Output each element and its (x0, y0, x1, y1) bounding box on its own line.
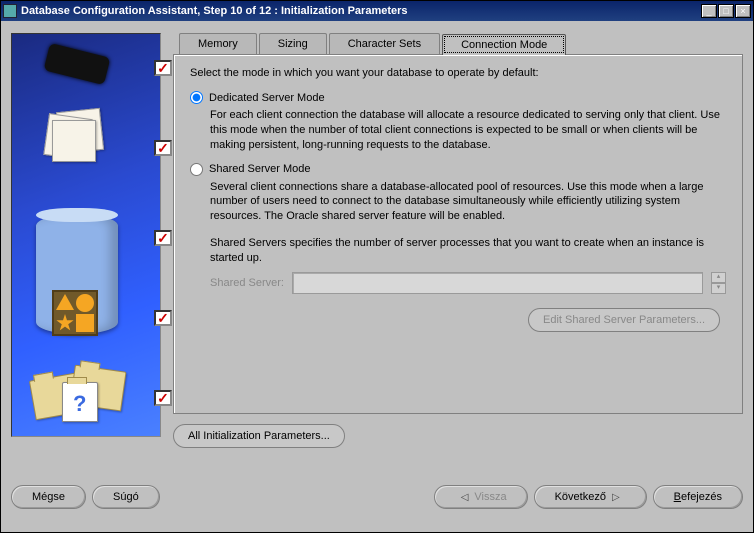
wizard-footer: Mégse Súgó ◁Vissza Következő▷ Befejezés (1, 479, 753, 519)
chevron-right-icon: ▷ (612, 492, 620, 503)
step-check-1 (154, 60, 172, 76)
content-area: Memory Sizing Character Sets Connection … (1, 21, 753, 479)
shared-note: Shared Servers specifies the number of s… (210, 236, 726, 266)
all-init-params-button[interactable]: All Initialization Parameters... (173, 424, 345, 448)
shared-server-spinner: ▴ ▾ (711, 272, 726, 294)
finish-button[interactable]: Befejezés (653, 485, 743, 509)
help-button[interactable]: Súgó (92, 485, 160, 509)
shared-radio[interactable] (190, 163, 203, 176)
tab-connection-mode[interactable]: Connection Mode (442, 34, 566, 55)
folders-icon (32, 364, 128, 428)
step-check-4 (154, 310, 172, 326)
back-button[interactable]: ◁Vissza (434, 485, 528, 509)
main-panel: Memory Sizing Character Sets Connection … (173, 33, 743, 479)
edit-shared-params-button: Edit Shared Server Parameters... (528, 308, 720, 332)
shared-mode-option: Shared Server Mode Several client connec… (190, 163, 726, 332)
all-params-row: All Initialization Parameters... (173, 424, 743, 448)
dedicated-radio[interactable] (190, 91, 203, 104)
maximize-button[interactable]: □ (718, 4, 734, 18)
panel-intro: Select the mode in which you want your d… (190, 67, 726, 79)
chevron-left-icon: ◁ (461, 492, 469, 503)
window-title: Database Configuration Assistant, Step 1… (21, 5, 701, 17)
shared-server-row: Shared Server: ▴ ▾ (210, 272, 726, 294)
shared-server-input (292, 272, 703, 294)
next-button[interactable]: Következő▷ (534, 485, 647, 509)
step-check-3 (154, 230, 172, 246)
tab-sizing[interactable]: Sizing (259, 33, 327, 54)
titlebar: Database Configuration Assistant, Step 1… (1, 1, 753, 21)
spinner-down: ▾ (711, 283, 726, 294)
wizard-sidebar (11, 33, 161, 437)
dedicated-mode-option: Dedicated Server Mode For each client co… (190, 91, 726, 153)
papers-icon (42, 110, 110, 158)
spinner-up: ▴ (711, 272, 726, 283)
dedicated-desc: For each client connection the database … (210, 108, 726, 153)
tab-character-sets[interactable]: Character Sets (329, 33, 440, 54)
tab-memory[interactable]: Memory (179, 33, 257, 54)
tab-bar: Memory Sizing Character Sets Connection … (179, 33, 743, 54)
step-check-5 (154, 390, 172, 406)
close-button[interactable]: × (735, 4, 751, 18)
minimize-button[interactable]: _ (701, 4, 717, 18)
shared-desc: Several client connections share a datab… (210, 180, 726, 225)
shapes-icon (52, 290, 98, 336)
step-check-2 (154, 140, 172, 156)
app-icon (3, 4, 17, 18)
shared-server-label: Shared Server: (210, 277, 284, 289)
shared-label[interactable]: Shared Server Mode (209, 163, 311, 175)
cancel-button[interactable]: Mégse (11, 485, 86, 509)
window-controls: _ □ × (701, 4, 751, 18)
dedicated-label[interactable]: Dedicated Server Mode (209, 92, 325, 104)
window: Database Configuration Assistant, Step 1… (0, 0, 754, 533)
chip-icon (44, 43, 111, 85)
tab-panel: Select the mode in which you want your d… (173, 54, 743, 414)
